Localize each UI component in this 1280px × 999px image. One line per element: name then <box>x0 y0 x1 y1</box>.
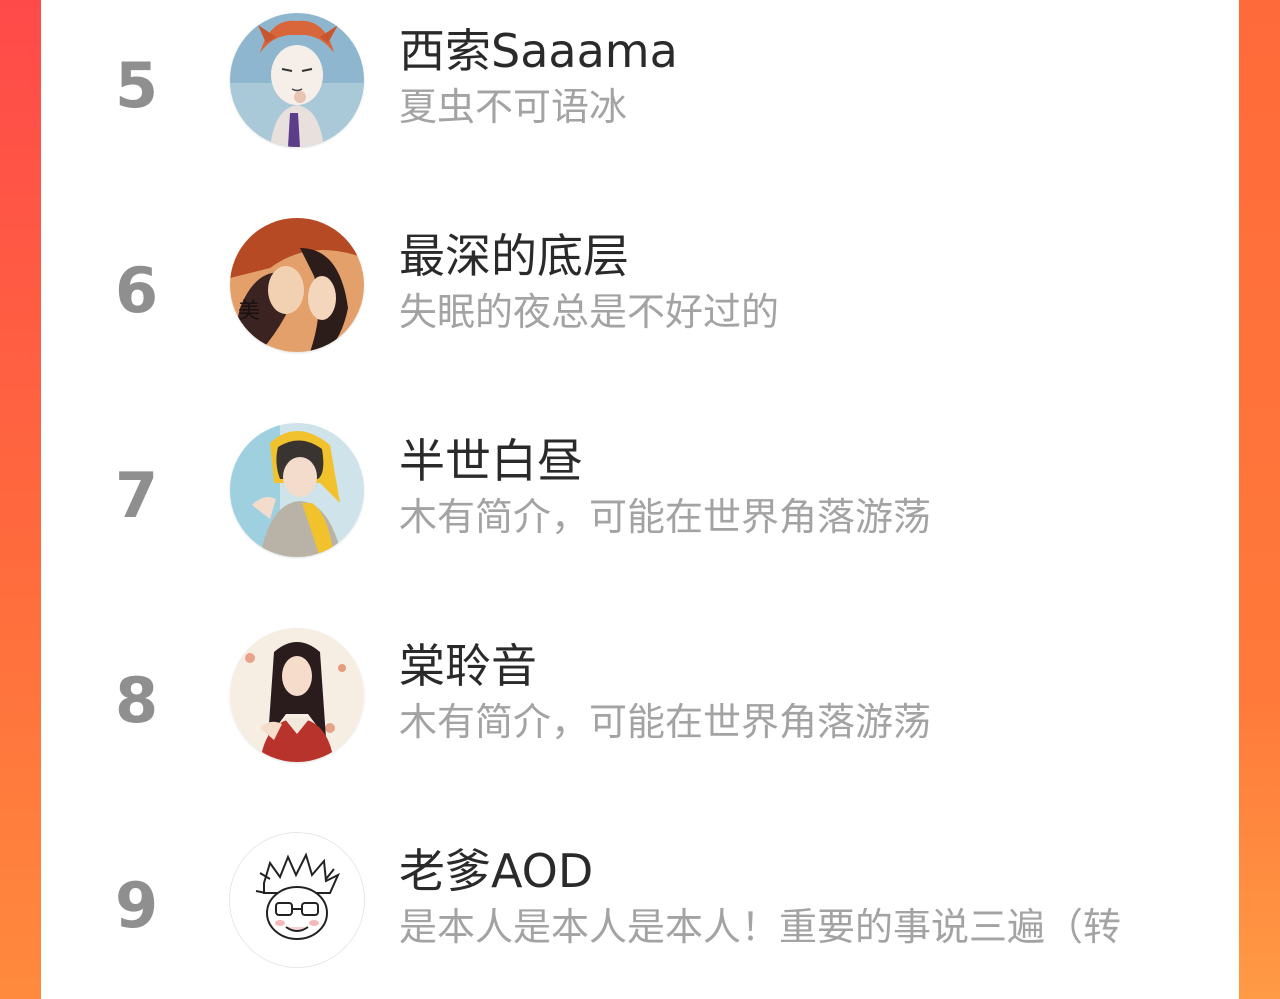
user-name[interactable]: 最深的底层 <box>399 233 629 279</box>
list-item[interactable]: 7 半世白昼 木有简介，可能在世界角落游荡 <box>41 420 1239 580</box>
rank-number: 6 <box>115 254 159 327</box>
svg-text:美: 美 <box>238 299 260 324</box>
hisoka-avatar-icon[interactable] <box>230 13 364 147</box>
yellow-hood-avatar-icon[interactable] <box>230 423 364 557</box>
rank-number: 5 <box>115 49 159 122</box>
user-bio: 失眠的夜总是不好过的 <box>399 290 780 334</box>
list-item[interactable]: 9 老爹AOD 是本人是本人是本人！重要的事说三遍（转 <box>41 830 1239 990</box>
list-item[interactable]: 8 棠聆音 木有简介，可能在世界角落游荡 <box>41 625 1239 785</box>
ranking-list: 5 西索Saaama 夏虫不可语冰 6 美 最深的底层 失眠的夜总是不好过的 7… <box>41 0 1239 999</box>
couple-avatar-icon[interactable]: 美 <box>230 218 364 352</box>
list-item[interactable]: 6 美 最深的底层 失眠的夜总是不好过的 <box>41 215 1239 375</box>
rank-number: 9 <box>115 869 159 942</box>
longhair-avatar-icon[interactable] <box>230 628 364 762</box>
user-bio: 木有简介，可能在世界角落游荡 <box>399 495 932 539</box>
rank-number: 7 <box>115 459 159 532</box>
sketch-avatar-icon[interactable] <box>230 833 364 967</box>
user-name[interactable]: 棠聆音 <box>399 643 537 689</box>
user-name[interactable]: 半世白昼 <box>399 438 583 484</box>
user-bio: 是本人是本人是本人！重要的事说三遍（转 <box>399 905 1122 949</box>
rank-number: 8 <box>115 664 159 737</box>
list-item[interactable]: 5 西索Saaama 夏虫不可语冰 <box>41 10 1239 170</box>
user-bio: 夏虫不可语冰 <box>399 85 628 129</box>
user-name[interactable]: 老爹AOD <box>399 848 593 894</box>
user-name[interactable]: 西索Saaama <box>399 28 678 74</box>
page-background-right <box>1238 0 1280 999</box>
user-bio: 木有简介，可能在世界角落游荡 <box>399 700 932 744</box>
